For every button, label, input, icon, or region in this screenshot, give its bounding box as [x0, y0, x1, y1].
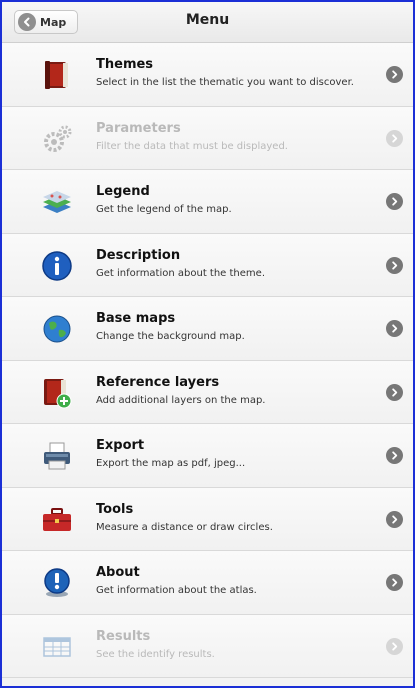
- menu-item-label: Description: [96, 247, 181, 263]
- menu-item-description: Get information about the atlas.: [96, 585, 257, 596]
- menu-item-results: Results See the identify results.: [2, 614, 413, 678]
- menu-item-base-maps[interactable]: Base maps Change the background map.: [2, 297, 413, 361]
- toolbox-icon: [40, 503, 74, 537]
- chevron-right-icon: [386, 129, 403, 147]
- menu-item-reference-layers[interactable]: Reference layers Add additional layers o…: [2, 360, 413, 424]
- header-bar: Map Menu: [2, 2, 413, 43]
- book-icon: [40, 58, 74, 92]
- about-icon: [40, 566, 74, 600]
- menu-item-description: Get information about the theme.: [96, 267, 265, 279]
- menu-item-about[interactable]: About Get information about the atlas.: [2, 551, 413, 615]
- printer-icon: [40, 439, 74, 473]
- menu-item-label: Legend: [96, 184, 150, 199]
- menu-item-label: Base maps: [96, 311, 176, 326]
- chevron-right-icon: [386, 320, 403, 337]
- menu-item-themes[interactable]: Themes Select in the list the thematic y…: [2, 43, 413, 107]
- menu-item-label: Reference layers: [96, 374, 220, 390]
- menu-item-description: Measure a distance or draw circles.: [96, 521, 273, 533]
- menu-list: Themes Select in the list the thematic y…: [2, 43, 413, 678]
- menu-item-description: Get the legend of the map.: [96, 204, 232, 215]
- menu-item-export[interactable]: Export Export the map as pdf, jpeg...: [2, 424, 413, 488]
- menu-item-label: About: [96, 565, 140, 580]
- menu-item-legend[interactable]: Legend Get the legend of the map.: [2, 170, 413, 234]
- chevron-right-icon: [386, 193, 403, 210]
- gears-icon: [40, 122, 74, 156]
- menu-item-label: Parameters: [96, 120, 181, 136]
- book-add-icon: [40, 376, 74, 410]
- menu-item-description: Select in the list the thematic you want…: [96, 77, 354, 88]
- menu-item-parameters: Parameters Filter the data that must be …: [2, 106, 413, 170]
- menu-item-label: Tools: [96, 501, 134, 517]
- menu-item-description[interactable]: Description Get information about the th…: [2, 233, 413, 297]
- menu-item-label: Results: [96, 628, 151, 644]
- menu-item-tools[interactable]: Tools Measure a distance or draw circles…: [2, 487, 413, 551]
- chevron-right-icon: [386, 447, 403, 464]
- menu-item-description: See the identify results.: [96, 648, 215, 660]
- menu-item-label: Export: [96, 438, 145, 453]
- table-icon: [40, 630, 74, 664]
- menu-item-description: Add additional layers on the map.: [96, 394, 266, 406]
- chevron-right-icon: [386, 510, 403, 528]
- app-frame: Map Menu Themes Select in the list the t…: [0, 0, 415, 688]
- menu-item-description: Change the background map.: [96, 331, 245, 342]
- menu-item-description: Filter the data that must be displayed.: [96, 140, 288, 152]
- menu-item-label: Themes: [96, 57, 154, 72]
- page-title: Menu: [185, 12, 230, 28]
- layers-icon: [40, 185, 74, 219]
- chevron-right-icon: [386, 574, 403, 591]
- chevron-right-icon: [386, 637, 403, 655]
- chevron-right-icon: [386, 66, 403, 83]
- info-icon: [40, 249, 74, 283]
- chevron-right-icon: [386, 383, 403, 401]
- globe-icon: [40, 312, 74, 346]
- chevron-right-icon: [386, 256, 403, 274]
- menu-item-description: Export the map as pdf, jpeg...: [96, 458, 246, 469]
